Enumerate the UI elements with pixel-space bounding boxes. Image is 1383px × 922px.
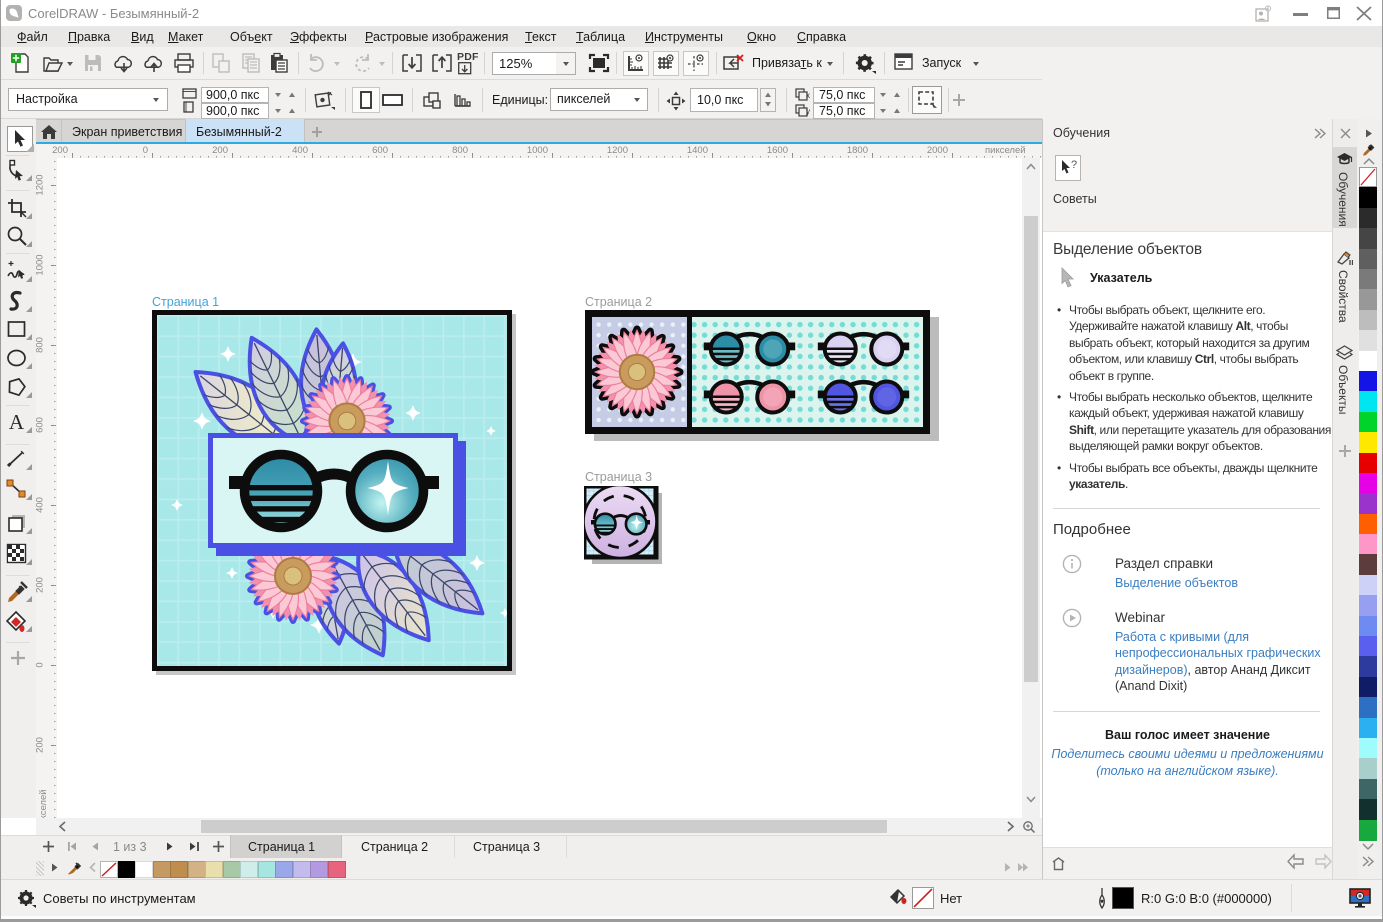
svg-text:A: A xyxy=(9,411,25,434)
svg-text:?: ? xyxy=(1071,159,1077,171)
